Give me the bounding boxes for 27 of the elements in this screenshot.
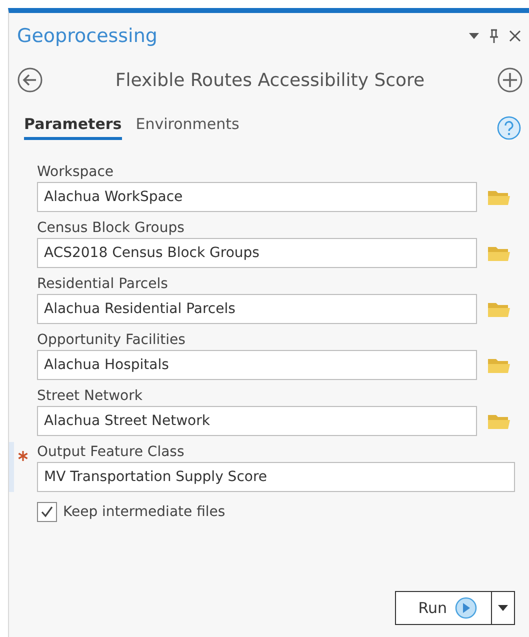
checkmark-icon: [40, 505, 54, 519]
parameter-label: Residential Parcels: [37, 276, 169, 292]
parameter-label: Output Feature Class: [37, 444, 186, 460]
checkbox-label: Keep intermediate files: [63, 504, 226, 520]
tab[interactable]: Environments: [136, 115, 240, 140]
play-icon: [455, 597, 477, 619]
help-icon[interactable]: [497, 116, 521, 140]
input-field[interactable]: Alachua Residential Parcels: [37, 294, 477, 324]
input-field[interactable]: Alachua WorkSpace: [37, 182, 477, 212]
checkbox[interactable]: [37, 502, 57, 522]
input-field[interactable]: Alachua Hospitals: [37, 350, 477, 380]
tab[interactable]: Parameters: [24, 115, 122, 140]
parameter-label: Street Network: [37, 388, 144, 404]
back-icon[interactable]: [17, 67, 43, 93]
parameter-label: Workspace: [37, 164, 115, 180]
input-field[interactable]: MV Transportation Supply Score: [37, 462, 515, 492]
pane-title: Geoprocessing: [17, 25, 158, 47]
close-icon[interactable]: [509, 30, 521, 42]
parameter-label: Opportunity Facilities: [37, 332, 186, 348]
add-icon[interactable]: [496, 67, 523, 93]
tool-title: Flexible Routes Accessibility Score: [115, 70, 425, 90]
pin-icon[interactable]: [489, 29, 499, 43]
input-field[interactable]: ACS2018 Census Block Groups: [37, 238, 477, 268]
caret-icon: [498, 605, 508, 611]
parameter-label: Census Block Groups: [37, 220, 186, 236]
dropdown-icon[interactable]: [469, 33, 479, 39]
input-field[interactable]: Alachua Street Network: [37, 406, 477, 436]
